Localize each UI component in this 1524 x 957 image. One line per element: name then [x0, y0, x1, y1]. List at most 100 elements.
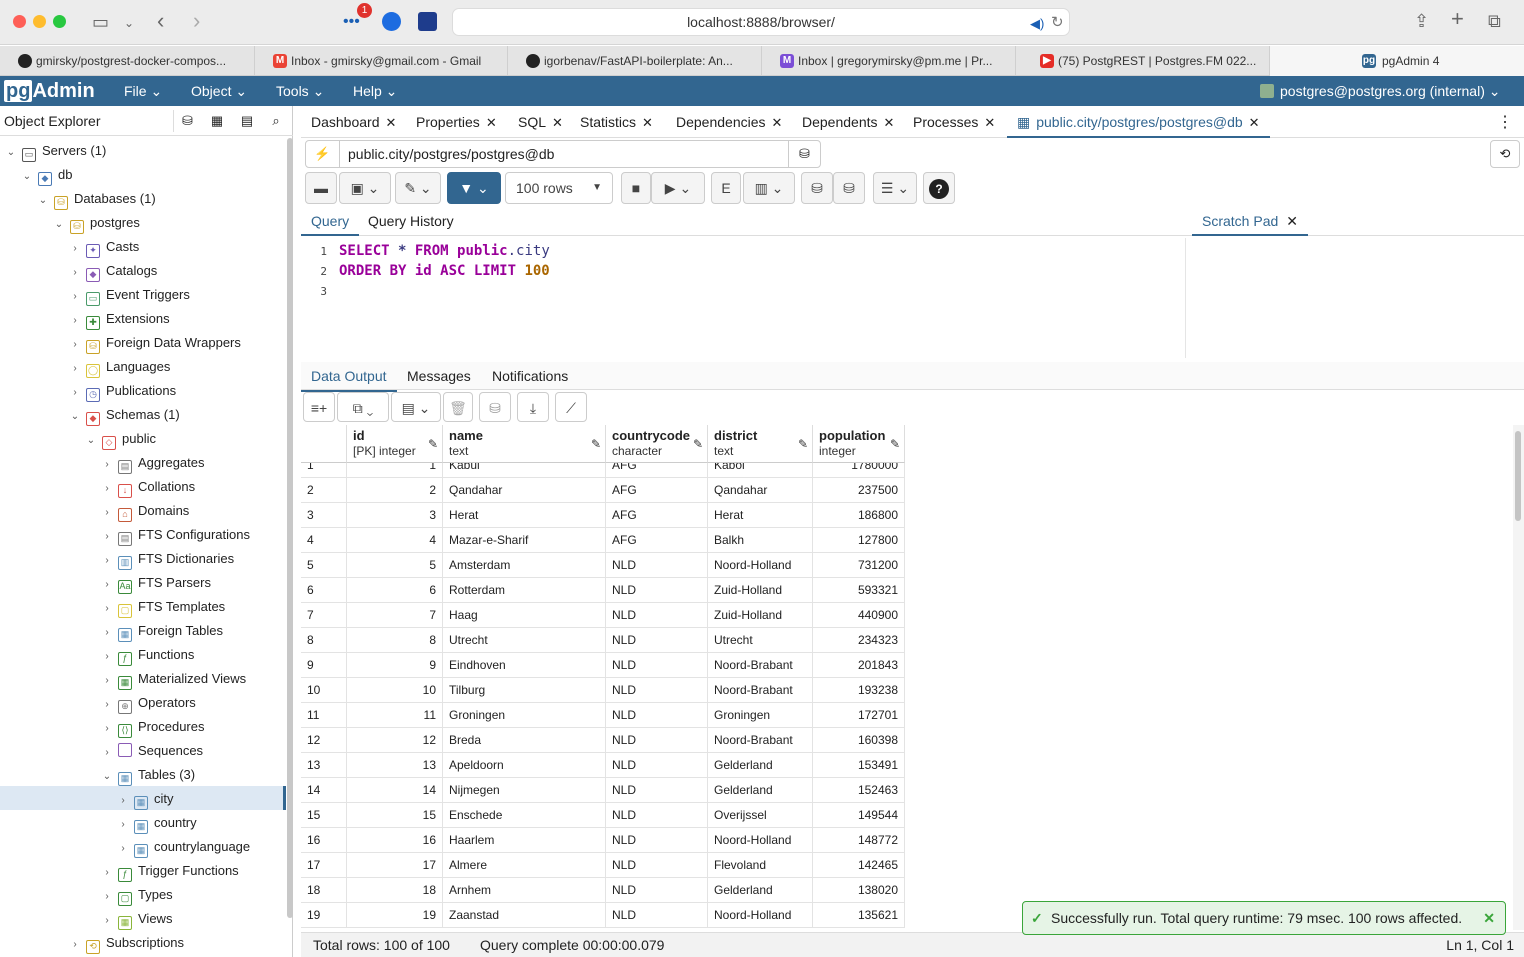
row-number[interactable]: 8 [301, 628, 347, 653]
row-number[interactable]: 16 [301, 828, 347, 853]
tab-dashboard[interactable]: Dashboard ✕ [311, 106, 396, 139]
row-number[interactable]: 15 [301, 803, 347, 828]
chevron-right-icon[interactable]: › [68, 309, 82, 333]
table-cell[interactable]: NLD [606, 853, 708, 878]
chevron-right-icon[interactable]: › [100, 549, 114, 573]
table-cell[interactable]: 127800 [813, 528, 905, 553]
tree-node-table-city[interactable]: › ▦ city [116, 787, 174, 811]
tree-node-functions[interactable]: › ƒ Functions [100, 643, 194, 667]
minimize-window-button[interactable] [33, 15, 46, 28]
explain-icon[interactable]: E [711, 172, 741, 204]
column-header-countrycode[interactable]: countrycode character ✎ [606, 425, 708, 463]
table-cell[interactable]: 7 [347, 603, 443, 628]
tree-node-schemas[interactable]: ⌄ ◆ Schemas (1) [68, 403, 180, 427]
chevron-right-icon[interactable]: › [100, 909, 114, 933]
tree-node-trigger-functions[interactable]: › ƒ Trigger Functions [100, 859, 239, 883]
chevron-right-icon[interactable]: › [116, 813, 130, 837]
table-cell[interactable]: Arnhem [443, 878, 606, 903]
tab-statistics[interactable]: Statistics ✕ [580, 106, 653, 139]
connection-status-icon[interactable]: ⚡ [306, 141, 340, 167]
explain-analyze-button[interactable]: ▥ ⌄ [743, 172, 795, 204]
row-number[interactable]: 19 [301, 903, 347, 928]
reload-icon[interactable]: ↻ [1051, 14, 1064, 32]
close-icon[interactable]: ✕ [386, 115, 397, 130]
edit-column-icon[interactable]: ✎ [428, 437, 438, 451]
tree-node-fts-dictionaries[interactable]: › ▥ FTS Dictionaries [100, 547, 234, 571]
chevron-right-icon[interactable]: › [100, 501, 114, 525]
column-header-name[interactable]: name text ✎ [443, 425, 606, 463]
chevron-right-icon[interactable]: › [116, 789, 130, 813]
row-number[interactable]: 10 [301, 678, 347, 703]
row-number[interactable]: 17 [301, 853, 347, 878]
tab-messages[interactable]: Messages [407, 362, 471, 390]
tree-node-catalogs[interactable]: › ◆ Catalogs [68, 259, 157, 283]
close-icon[interactable]: ✕ [884, 115, 895, 130]
new-tab-icon[interactable]: + [1451, 8, 1464, 30]
tree-node-views[interactable]: › ▦ Views [100, 907, 172, 931]
chevron-right-icon[interactable]: › [100, 525, 114, 549]
tree-node-publications[interactable]: › ◷ Publications [68, 379, 176, 403]
table-cell[interactable]: 193238 [813, 678, 905, 703]
table-cell[interactable]: AFG [606, 503, 708, 528]
table-cell[interactable]: NLD [606, 803, 708, 828]
table-cell[interactable]: 11 [347, 703, 443, 728]
row-number[interactable]: 9 [301, 653, 347, 678]
tree-node-foreign-data-wrappers[interactable]: › ⛁ Foreign Data Wrappers [68, 331, 241, 355]
table-cell[interactable]: 16 [347, 828, 443, 853]
table-cell[interactable]: 9 [347, 653, 443, 678]
table-cell[interactable]: 142465 [813, 853, 905, 878]
table-cell[interactable]: Utrecht [443, 628, 606, 653]
table-cell[interactable]: 135621 [813, 903, 905, 928]
table-cell[interactable]: 172701 [813, 703, 905, 728]
close-icon[interactable]: ✕ [1483, 902, 1495, 934]
close-icon[interactable]: ✕ [1249, 115, 1260, 130]
extension-icon[interactable] [382, 12, 401, 31]
extension-icon[interactable]: ••• [343, 13, 360, 31]
tree-node-materialized-views[interactable]: › ▦ Materialized Views [100, 667, 246, 691]
table-cell[interactable]: Herat [443, 503, 606, 528]
edit-column-icon[interactable]: ✎ [798, 437, 808, 451]
sql-editor[interactable]: 1 2 3 SELECT * FROM public.city ORDER BY… [301, 238, 1186, 358]
close-icon[interactable]: ✕ [772, 115, 783, 130]
sidebar-toggle-icon[interactable]: ▭ [92, 13, 109, 31]
tree-node-sequences[interactable]: › Sequences [100, 739, 203, 763]
chevron-right-icon[interactable]: › [116, 837, 130, 861]
table-cell[interactable]: 2 [347, 478, 443, 503]
table-cell[interactable]: AFG [606, 478, 708, 503]
tab-sql[interactable]: SQL ✕ [518, 106, 563, 139]
tree-node-domains[interactable]: › ⌂ Domains [100, 499, 189, 523]
tab-processes[interactable]: Processes ✕ [913, 106, 995, 139]
column-header-id[interactable]: id [PK] integer ✎ [347, 425, 443, 463]
chevron-right-icon[interactable]: › [100, 885, 114, 909]
chevron-right-icon[interactable]: › [100, 717, 114, 741]
tree-node-languages[interactable]: › ◯ Languages [68, 355, 170, 379]
chevron-right-icon[interactable]: › [100, 621, 114, 645]
edit-column-icon[interactable]: ✎ [890, 437, 900, 451]
table-cell[interactable]: 148772 [813, 828, 905, 853]
tree-node-databases-group[interactable]: ⌄ ⛁ Databases (1) [36, 187, 156, 211]
tree-node-fts-parsers[interactable]: › Aa FTS Parsers [100, 571, 211, 595]
commit-icon[interactable]: ⛁ [801, 172, 833, 204]
table-cell[interactable]: 186800 [813, 503, 905, 528]
close-window-button[interactable] [13, 15, 26, 28]
chevron-right-icon[interactable]: › [100, 597, 114, 621]
browser-tab[interactable]: gmirsky/postgrest-docker-compos... [0, 46, 255, 76]
chevron-right-icon[interactable]: › [68, 237, 82, 261]
table-cell[interactable]: NLD [606, 578, 708, 603]
chevron-right-icon[interactable]: › [68, 357, 82, 381]
edit-button[interactable]: ✎ ⌄ [395, 172, 441, 204]
tab-query-tool[interactable]: ▦ public.city/postgres/postgres@db ✕ [1007, 106, 1270, 138]
table-cell[interactable]: Noord-Holland [708, 828, 813, 853]
table-cell[interactable]: NLD [606, 753, 708, 778]
table-cell[interactable]: Balkh [708, 528, 813, 553]
table-cell[interactable]: NLD [606, 828, 708, 853]
address-bar[interactable]: localhost:8888/browser/ [452, 8, 1070, 36]
row-number[interactable]: 4 [301, 528, 347, 553]
table-cell[interactable]: 149544 [813, 803, 905, 828]
tree-node-server-group[interactable]: ⌄ ▭ Servers (1) [4, 139, 106, 163]
share-icon[interactable]: ⇪ [1414, 12, 1429, 30]
tab-notifications[interactable]: Notifications [492, 362, 568, 390]
chevron-right-icon[interactable]: › [68, 261, 82, 285]
row-number[interactable]: 18 [301, 878, 347, 903]
row-number[interactable]: 7 [301, 603, 347, 628]
